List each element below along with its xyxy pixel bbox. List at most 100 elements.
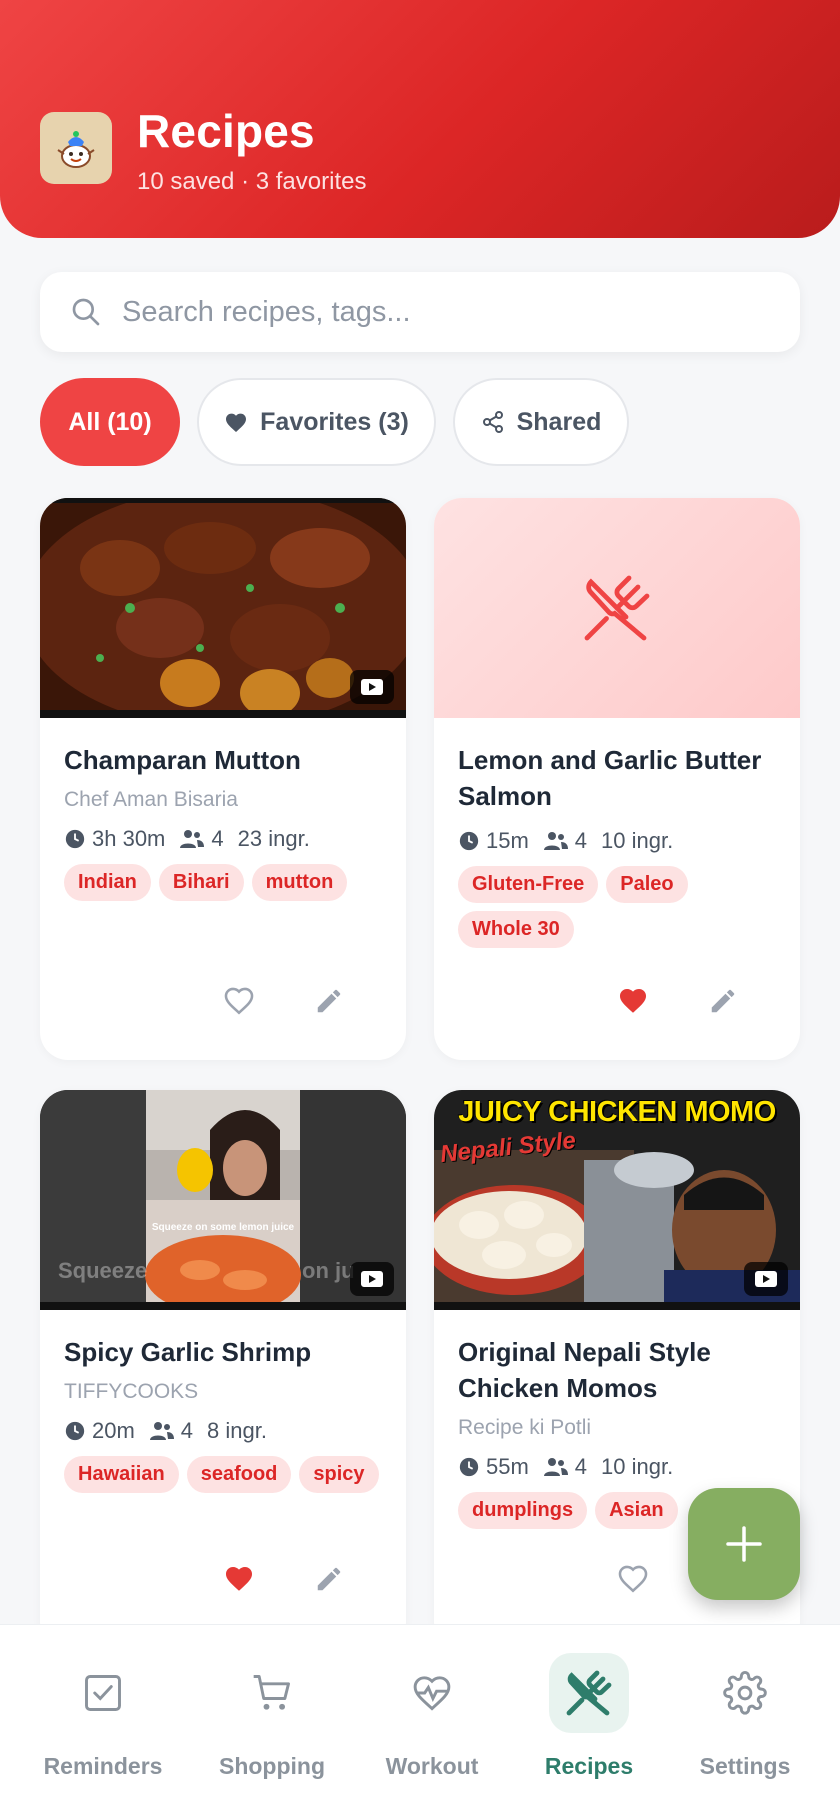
tag[interactable]: Whole 30 — [458, 911, 574, 948]
clock-icon — [459, 831, 479, 851]
recipe-card[interactable]: Squeeze on some lemon juice Squeeze on j… — [40, 1090, 406, 1650]
tag-list: Indian Bihari mutton — [64, 864, 382, 901]
recipe-servings: 4 — [180, 1418, 194, 1443]
recipe-thumbnail: Squeeze on some lemon juice Squeeze on j… — [40, 1090, 406, 1310]
thumb-headline: JUICY CHICKEN MOMO — [458, 1096, 776, 1128]
recipe-servings: 4 — [574, 1454, 588, 1479]
nav-item-settings[interactable]: Settings — [675, 1653, 815, 1793]
gear-icon — [723, 1671, 767, 1715]
cart-icon — [253, 1675, 290, 1710]
nav-item-workout[interactable]: Workout — [362, 1653, 502, 1793]
video-badge — [744, 1262, 788, 1296]
recipe-title: Lemon and Garlic Butter Salmon — [458, 745, 762, 811]
tag[interactable]: dumplings — [458, 1492, 588, 1529]
favorite-heart-icon[interactable] — [222, 984, 256, 1016]
filter-favorites-label: Favorites (3) — [260, 407, 409, 436]
nav-label: Reminders — [43, 1753, 163, 1779]
recipe-servings: 4 — [211, 826, 224, 851]
add-recipe-button[interactable] — [688, 1488, 800, 1600]
filter-shared-chip[interactable]: Shared — [453, 378, 629, 466]
clock-icon — [459, 1457, 479, 1477]
nav-item-reminders[interactable]: Reminders — [33, 1653, 173, 1793]
search-bar[interactable] — [40, 272, 800, 352]
recipe-placeholder-thumbnail — [434, 498, 800, 718]
recipe-meta: 20m 4 8 ingr. — [64, 1418, 382, 1444]
tag[interactable]: spicy — [299, 1456, 379, 1493]
recipe-ingredients: 10 ingr. — [601, 828, 674, 853]
nav-item-recipes[interactable]: Recipes — [519, 1653, 659, 1793]
video-play-icon — [755, 1271, 777, 1287]
recipe-time: 55m — [486, 1454, 529, 1479]
recipe-thumbnail: JUICY CHICKEN MOMO Nepali Style — [434, 1090, 800, 1310]
recipe-thumbnail — [40, 498, 406, 718]
share-icon — [482, 411, 503, 433]
recipe-time: 20m — [92, 1418, 135, 1443]
utensils-crossed-icon — [584, 575, 650, 641]
filter-favorites-chip[interactable]: Favorites (3) — [197, 378, 436, 466]
heart-icon — [226, 413, 247, 432]
recipe-meta: 55m 4 10 ingr. — [458, 1454, 776, 1480]
search-input[interactable] — [122, 295, 742, 329]
filter-shared-label: Shared — [516, 407, 602, 436]
header: Recipes 10 saved · 3 favorites — [0, 0, 840, 238]
recipe-author: Recipe ki Potli — [458, 1416, 592, 1439]
recipe-servings: 4 — [574, 828, 588, 853]
people-icon — [543, 832, 568, 850]
page-title: Recipes — [137, 105, 315, 157]
tag[interactable]: seafood — [186, 1456, 292, 1493]
page-subtitle: 10 saved · 3 favorites — [137, 168, 367, 195]
video-badge — [350, 1262, 394, 1296]
thumb-caption: Squeeze on some lemon juice — [151, 1222, 295, 1233]
recipe-author: Chef Aman Bisaria — [64, 788, 238, 811]
tag[interactable]: mutton — [251, 864, 348, 901]
people-icon — [180, 830, 205, 848]
utensils-icon — [566, 1670, 612, 1716]
thumb-overlay-left: Squeeze — [58, 1258, 148, 1283]
edit-pencil-icon[interactable] — [708, 986, 738, 1016]
recipe-ingredients: 10 ingr. — [601, 1454, 674, 1479]
plus-icon — [726, 1526, 762, 1562]
recipe-ingredients: 8 ingr. — [207, 1418, 267, 1443]
recipe-title: Original Nepali Style Chicken Momos — [458, 1337, 711, 1403]
clock-icon — [65, 829, 85, 849]
tag[interactable]: Paleo — [606, 866, 688, 903]
recipe-time: 15m — [486, 828, 529, 853]
recipe-title: Spicy Garlic Shrimp — [64, 1337, 312, 1367]
recipe-card[interactable]: Champaran Mutton Chef Aman Bisaria 3h 30… — [40, 498, 406, 1060]
bottom-nav: Reminders Shopping Workout Recipes Setti… — [0, 1624, 840, 1800]
nav-item-shopping[interactable]: Shopping — [202, 1653, 342, 1793]
filter-all-label: All (10) — [68, 407, 152, 436]
recipe-card[interactable]: Lemon and Garlic Butter Salmon 15m 4 10 … — [434, 498, 800, 1060]
tag[interactable]: Bihari — [158, 864, 244, 901]
favorite-heart-filled-icon[interactable] — [222, 1562, 256, 1594]
recipe-meta: 3h 30m 4 23 ingr. — [64, 826, 382, 852]
app-logo — [40, 112, 112, 184]
video-badge — [350, 670, 394, 704]
nav-label: Recipes — [544, 1753, 634, 1779]
tag[interactable]: Indian — [64, 864, 151, 901]
video-play-icon — [361, 679, 383, 695]
tag[interactable]: Asian — [595, 1492, 678, 1529]
nav-label: Workout — [385, 1753, 479, 1779]
search-icon — [72, 298, 100, 326]
tag[interactable]: Gluten-Free — [458, 866, 599, 903]
nav-label: Settings — [699, 1753, 791, 1779]
favorite-heart-icon[interactable] — [616, 1562, 650, 1594]
recipe-ingredients: 23 ingr. — [237, 826, 310, 851]
checkbox-icon — [85, 1675, 121, 1711]
clock-icon — [65, 1421, 85, 1441]
favorite-heart-filled-icon[interactable] — [616, 984, 650, 1016]
edit-pencil-icon[interactable] — [314, 1564, 344, 1594]
recipe-title: Champaran Mutton — [64, 745, 301, 775]
recipe-time: 3h 30m — [92, 826, 166, 851]
video-play-icon — [361, 1271, 383, 1287]
people-icon — [543, 1458, 568, 1476]
edit-pencil-icon[interactable] — [314, 986, 344, 1016]
chef-mascot-icon — [57, 131, 95, 168]
heart-pulse-icon — [413, 1676, 451, 1711]
thumb-overlay-right: on ju — [302, 1258, 355, 1283]
tag[interactable]: Hawaiian — [64, 1456, 179, 1493]
recipe-meta: 15m 4 10 ingr. — [458, 828, 776, 854]
filter-all-chip[interactable]: All (10) — [40, 378, 180, 466]
nav-label: Shopping — [218, 1753, 326, 1779]
